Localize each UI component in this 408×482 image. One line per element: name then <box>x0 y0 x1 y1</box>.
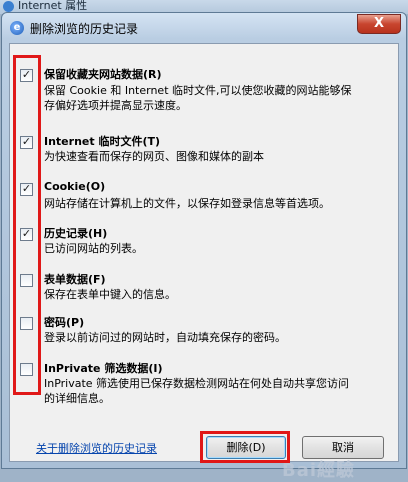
desc-line: 的详细信息。 <box>44 392 110 405</box>
desc-line: 保留 Cookie 和 Internet 临时文件,可以使您收藏的网站能够保 <box>44 84 352 97</box>
delete-button-highlight <box>200 431 290 463</box>
outer-window-title: Internet 属性 <box>18 0 88 12</box>
desc-form-data: 保存在表单中键入的信息。 <box>44 287 384 302</box>
desc-history: 已访问网站的列表。 <box>44 241 384 256</box>
desc-temp-files: 为快速查看而保存的网页、图像和媒体的副本 <box>44 149 384 164</box>
desc-line: 存偏好选项并提高显示速度。 <box>44 99 187 112</box>
watermark: Bai經驗 <box>282 460 356 481</box>
delete-history-dialog: e 删除浏览的历史记录 X 保留收藏夹网站数据(R) 保留 Cookie 和 I… <box>1 12 407 481</box>
desc-line: InPrivate 筛选使用已保存数据检测网站在何处自动共享您访问 <box>44 377 350 390</box>
label-inprivate-filter: InPrivate 筛选数据(I) <box>44 362 163 375</box>
internet-explorer-icon <box>3 1 14 12</box>
internet-options-icon: e <box>10 21 24 35</box>
close-button[interactable]: X <box>357 14 401 34</box>
label-passwords: 密码(P) <box>44 316 85 329</box>
label-preserve-favorites: 保留收藏夹网站数据(R) <box>44 68 162 81</box>
label-history: 历史记录(H) <box>44 227 108 240</box>
label-temp-files: Internet 临时文件(T) <box>44 135 161 148</box>
desc-passwords: 登录以前访问过的网站时，自动填充保存的密码。 <box>44 330 384 345</box>
desc-line: 保存在表单中键入的信息。 <box>44 288 176 301</box>
dialog-titlebar: e 删除浏览的历史记录 X <box>2 13 406 43</box>
dialog-title: 删除浏览的历史记录 <box>30 22 139 36</box>
desc-line: 网站存储在计算机上的文件，以保存如登录信息等首选项。 <box>44 197 330 210</box>
checkbox-column-highlight <box>13 55 41 395</box>
desc-preserve-favorites: 保留 Cookie 和 Internet 临时文件,可以使您收藏的网站能够保 存… <box>44 83 384 113</box>
desc-line: 登录以前访问过的网站时，自动填充保存的密码。 <box>44 331 286 344</box>
label-form-data: 表单数据(F) <box>44 273 106 286</box>
desc-inprivate-filter: InPrivate 筛选使用已保存数据检测网站在何处自动共享您访问 的详细信息。 <box>44 376 384 406</box>
label-cookies: Cookie(O) <box>44 180 106 193</box>
desc-cookies: 网站存储在计算机上的文件，以保存如登录信息等首选项。 <box>44 196 384 211</box>
about-deleting-history-link[interactable]: 关于删除浏览的历史记录 <box>36 440 157 456</box>
desc-line: 已访问网站的列表。 <box>44 242 143 255</box>
desc-line: 为快速查看而保存的网页、图像和媒体的副本 <box>44 150 264 163</box>
dialog-body: 保留收藏夹网站数据(R) 保留 Cookie 和 Internet 临时文件,可… <box>9 43 399 481</box>
